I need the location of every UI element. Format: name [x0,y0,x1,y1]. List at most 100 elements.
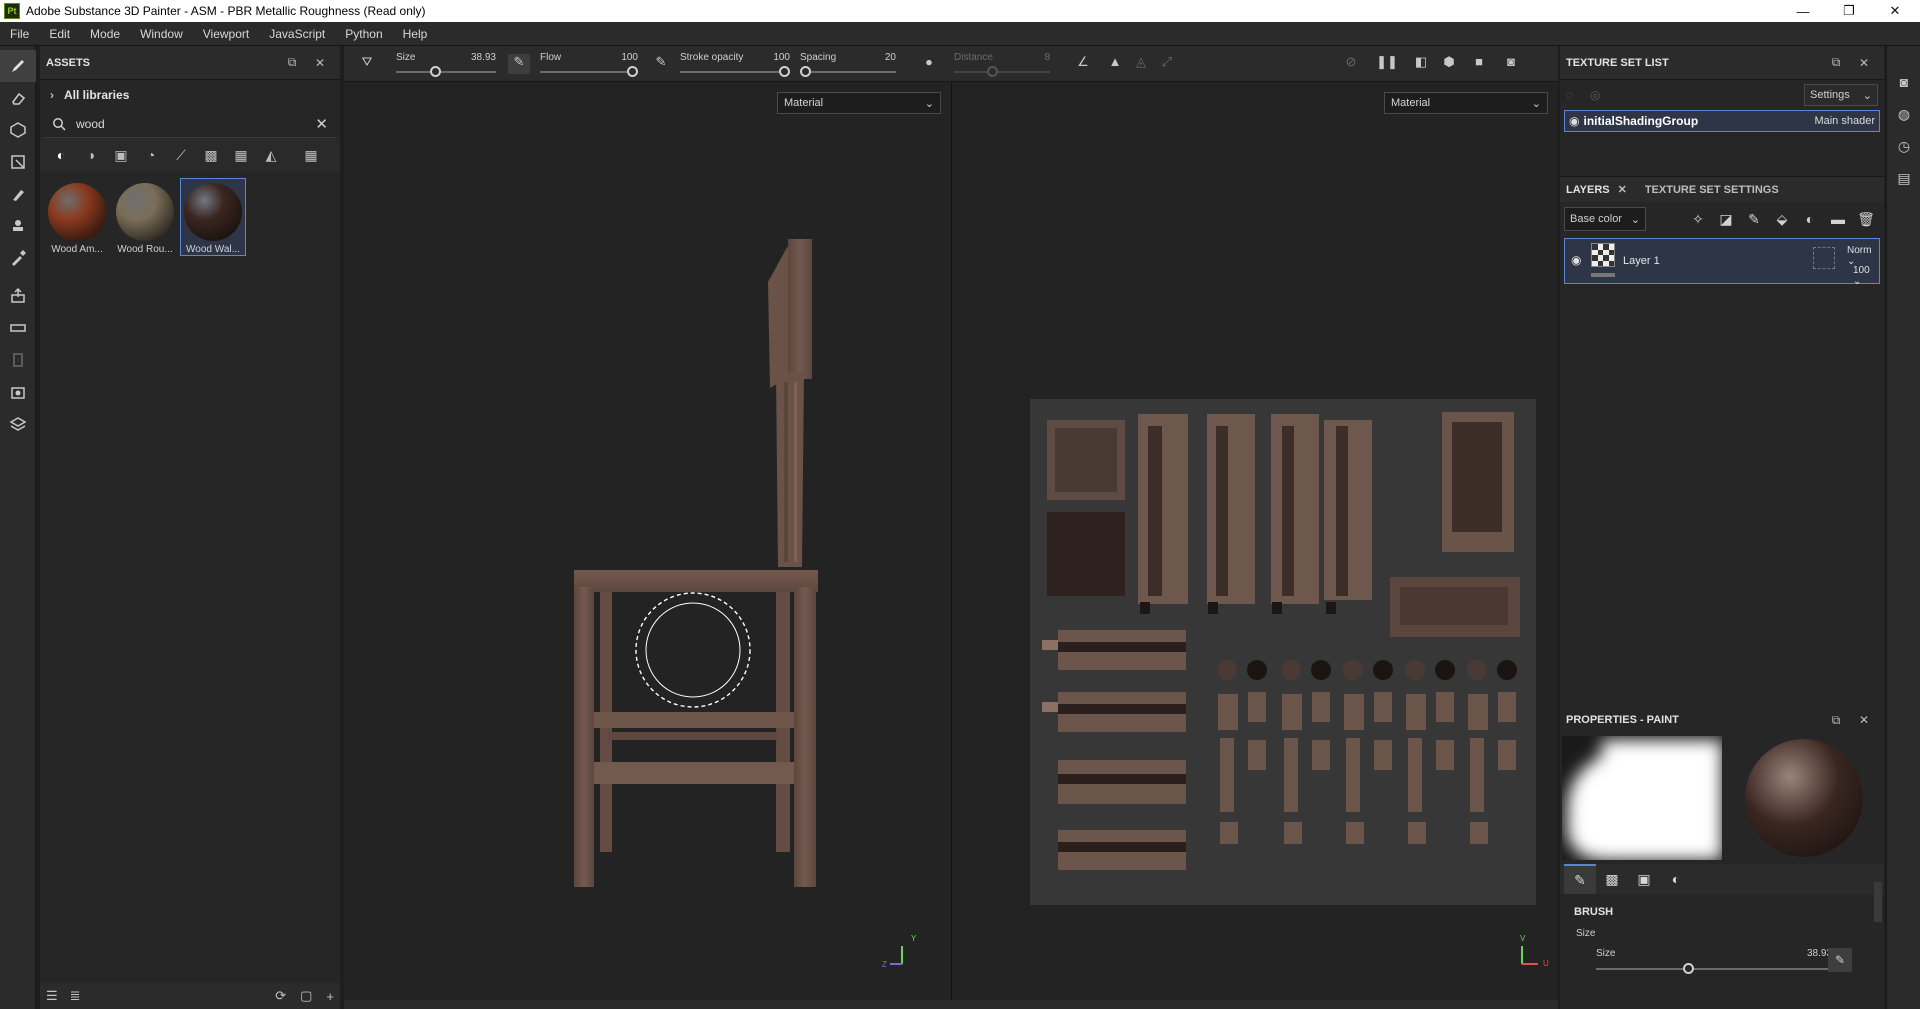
menu-window[interactable]: Window [130,27,193,41]
add-mask-icon[interactable]: ◪ [1712,211,1740,228]
distance-slider[interactable]: Distance 8 [954,50,1050,78]
viewport-scrollbar[interactable] [344,1000,1558,1009]
assets-search[interactable]: wood ✕ [44,110,336,138]
search-input[interactable]: wood [76,117,315,131]
clone-stamp-icon[interactable] [0,210,36,242]
add-fill-layer-icon[interactable]: ⬙ [1768,211,1796,228]
pen-pressure-icon[interactable]: ✎ [508,54,530,74]
pen-pressure-icon[interactable]: ✎ [1828,948,1852,972]
size-slider[interactable]: Size 38.93 [396,50,496,78]
display-mode-icon[interactable]: ⬢ [1438,54,1460,74]
properties-scrollbar[interactable] [1874,882,1882,922]
tab-layers[interactable]: LAYERS ✕ [1566,183,1627,197]
list-view-icon[interactable]: ☰ [46,988,58,1004]
close-icon[interactable]: ✕ [1618,183,1627,196]
refresh-icon[interactable]: ⟳ [275,988,286,1004]
details-view-icon[interactable]: ≣ [70,988,81,1004]
tab-texture-set-settings[interactable]: TEXTURE SET SETTINGS [1645,184,1779,196]
lazy-mouse-icon[interactable]: ⦁ [918,54,940,74]
add-folder-icon[interactable]: ▬ [1824,211,1852,227]
camera-icon[interactable] [0,376,36,408]
eye-icon[interactable]: ◎ [1590,88,1614,102]
stencil-tab-icon[interactable]: ▣ [1628,864,1660,894]
brush-size-knob[interactable] [1683,963,1695,974]
filter-materials-icon[interactable]: ◐ [46,147,76,163]
maximize-button[interactable]: ❐ [1826,0,1872,22]
spacing-knob[interactable] [800,66,811,77]
projection-icon[interactable] [0,114,36,146]
menu-javascript[interactable]: JavaScript [259,27,335,41]
add-smart-material-icon[interactable]: ◐ [1796,211,1824,227]
viewport-2d[interactable]: Material ⌄ V U [952,82,1558,1000]
channel-select[interactable]: Base color ⌄ [1564,207,1646,231]
menu-edit[interactable]: Edit [39,27,80,41]
bake-icon[interactable] [0,280,36,312]
eye-icon[interactable]: ◉ [1569,114,1579,128]
spacing-slider[interactable]: Spacing 20 [800,50,896,78]
add-icon[interactable]: + [326,989,334,1004]
filter-textures-icon[interactable]: ▩ [196,147,226,164]
video-camera-icon[interactable]: ■ [1468,54,1490,74]
close-icon[interactable]: ✕ [306,56,334,70]
tool-settings-icon[interactable]: ⛛ [356,54,378,74]
brush-tab-icon[interactable]: ✎ [1564,864,1596,894]
material-tab-icon[interactable]: ▩ [1596,864,1628,894]
minimize-button[interactable]: — [1780,0,1826,22]
flow-knob[interactable] [627,66,638,77]
texture-set-row[interactable]: ◉ initialShadingGroup Main shader [1564,110,1880,132]
mirror-x-icon[interactable]: ◬ [1130,54,1152,74]
close-icon[interactable]: ✕ [1850,56,1878,70]
filter-alphas-icon[interactable]: ▦ [226,147,256,164]
smart-tab-icon[interactable]: ◐ [1660,864,1692,894]
add-effect-icon[interactable]: ✧ [1684,211,1712,228]
symmetry-options-icon[interactable]: ∠ [1072,54,1094,74]
hide-icon[interactable]: ⊘ [1340,54,1362,74]
pen-pressure-icon[interactable]: ✎ [650,54,672,74]
menu-help[interactable]: Help [393,27,438,41]
asset-thumbnail[interactable]: Wood Rou... [112,178,178,256]
distance-knob[interactable] [987,66,999,77]
flow-slider[interactable]: Flow 100 [540,50,638,78]
library-selector[interactable]: › All libraries [40,80,340,110]
display-settings-icon[interactable]: ◙ [1887,66,1920,98]
grid-view-icon[interactable]: ▦ [296,147,326,164]
export-icon[interactable] [0,344,36,376]
filter-environments-icon[interactable]: ◭ [256,147,286,164]
texture-icon[interactable] [0,408,36,440]
blend-mode-select[interactable]: Norm ⌄ [1847,245,1879,267]
layer-opacity[interactable]: 100 ⌄ [1853,265,1879,287]
filter-smart-materials-icon[interactable]: ◑ [76,147,106,163]
settings-dropdown[interactable]: Settings ⌄ [1804,84,1878,106]
filter-brushes-icon[interactable]: ⟋ [166,147,196,164]
transform-icon[interactable]: ⤢ [1156,54,1178,74]
delete-layer-icon[interactable]: 🗑 [1852,211,1880,228]
hide-all-icon[interactable]: ◌ [1566,88,1590,102]
size-knob[interactable] [430,66,441,77]
menu-viewport[interactable]: Viewport [193,27,259,41]
brush-size-slider[interactable]: Size 38.93 [1596,948,1832,978]
screenshot-icon[interactable]: ◙ [1500,54,1522,74]
layer-mask-slot[interactable] [1813,247,1835,269]
stroke-opacity-slider[interactable]: Stroke opacity 100 [680,50,790,78]
geometry-mask-icon[interactable] [0,146,36,178]
undock-icon[interactable]: ⧉ [278,55,306,70]
add-paint-layer-icon[interactable]: ✎ [1740,211,1768,228]
layer-item[interactable]: ◉ Layer 1 Norm ⌄ 100 ⌄ [1564,238,1880,287]
menu-file[interactable]: File [0,27,39,41]
paint-brush-icon[interactable] [0,50,36,82]
menu-mode[interactable]: Mode [80,27,130,41]
eraser-icon[interactable] [0,82,36,114]
undock-icon[interactable]: ⧉ [1822,713,1850,728]
smudge-icon[interactable] [0,178,36,210]
shader-settings-icon[interactable]: ◍ [1887,98,1920,130]
asset-thumbnail[interactable]: Wood Am... [44,178,110,256]
mirror-icon[interactable]: ▲ [1104,54,1126,74]
pause-icon[interactable]: ❚❚ [1376,54,1398,74]
log-icon[interactable]: ▤ [1887,162,1920,194]
menu-python[interactable]: Python [335,27,392,41]
filter-smart-masks-icon[interactable]: ◔ [136,147,166,163]
filter-masks-icon[interactable]: ▣ [106,147,136,164]
new-folder-icon[interactable]: ▢ [300,988,312,1004]
close-window-button[interactable]: ✕ [1872,0,1918,22]
color-picker-icon[interactable] [0,242,36,274]
